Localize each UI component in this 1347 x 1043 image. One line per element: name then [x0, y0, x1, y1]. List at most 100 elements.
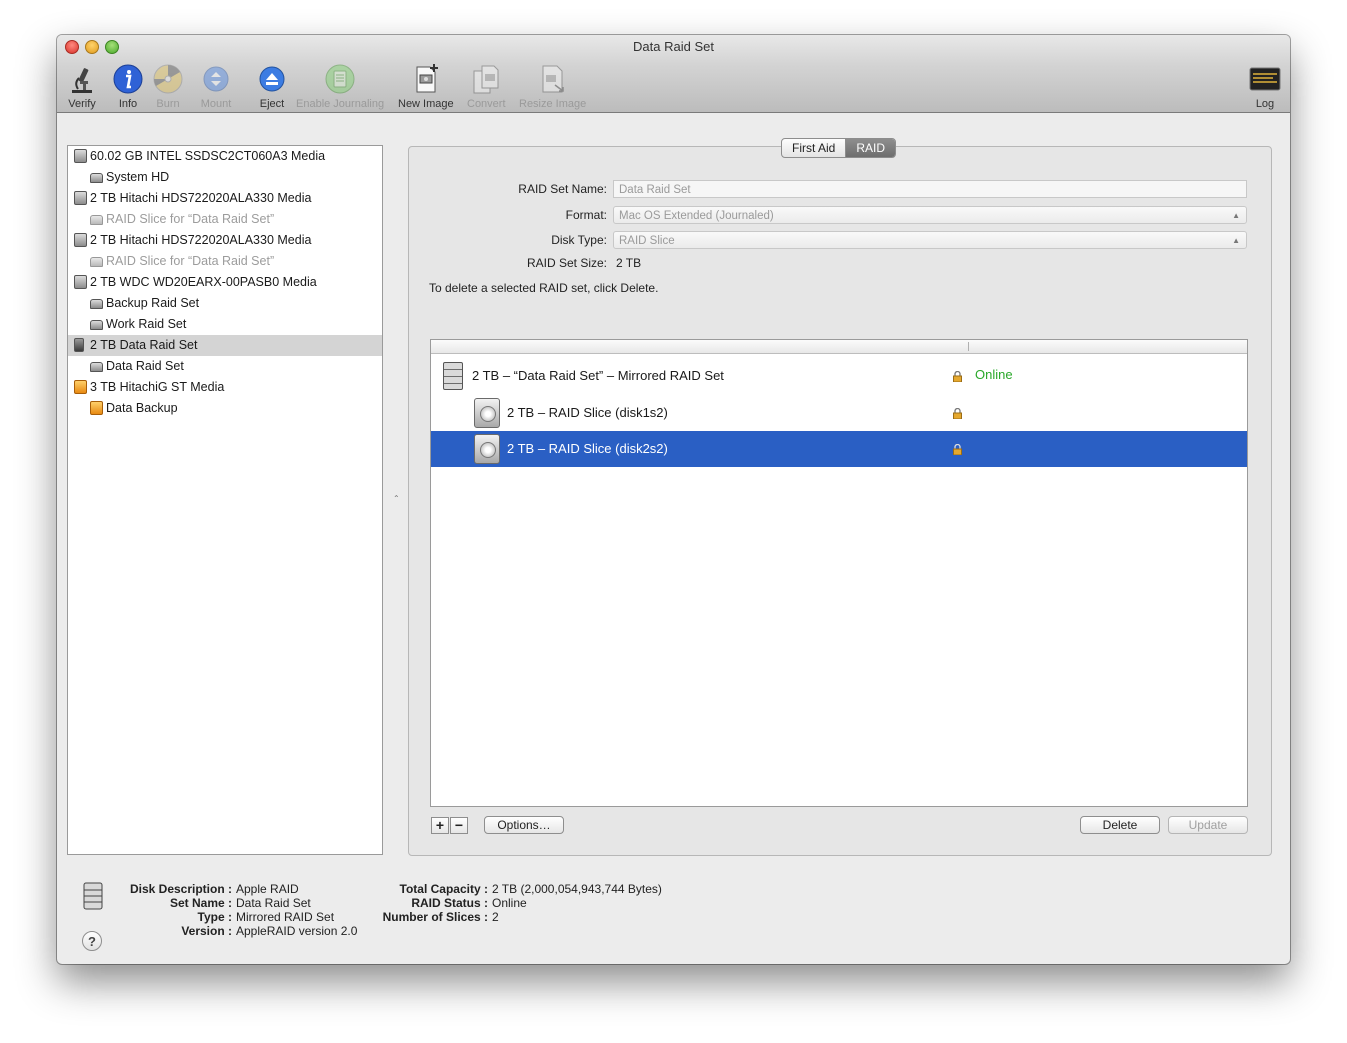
raid-status-value: Online [492, 896, 527, 910]
window-title: Data Raid Set [633, 39, 714, 54]
sidebar-item-intel-ssd[interactable]: 60.02 GB INTEL SSDSC2CT060A3 Media [68, 146, 382, 167]
raid-set-name-field[interactable]: Data Raid Set [613, 180, 1247, 198]
disk-description-key: Disk Description : [129, 882, 232, 896]
raid-set-list[interactable]: 2 TB – “Data Raid Set” – Mirrored RAID S… [430, 339, 1248, 807]
journaling-icon [324, 63, 356, 95]
raid-set-size-value: 2 TB [616, 256, 642, 270]
external-volume-icon [90, 401, 103, 415]
raid-slice-label: 2 TB – RAID Slice (disk2s2) [507, 441, 668, 456]
burn-label: Burn [156, 98, 180, 110]
sidebar-item-hitachig-st[interactable]: 3 TB HitachiG ST Media [68, 377, 382, 398]
volume-icon [90, 362, 103, 372]
sidebar-item-wdc[interactable]: 2 TB WDC WD20EARX-00PASB0 Media [68, 272, 382, 293]
enable-journaling-label: Enable Journaling [296, 98, 385, 110]
number-of-slices-value: 2 [492, 910, 499, 924]
sidebar-item-label: Data Backup [106, 401, 178, 415]
resize-image-label: Resize Image [519, 98, 587, 110]
raid-disk-icon [74, 338, 84, 352]
raid-set-icon [443, 362, 463, 390]
sidebar-item-data-raid-set-disk[interactable]: 2 TB Data Raid Set [68, 335, 382, 356]
total-capacity-value: 2 TB (2,000,054,943,744 Bytes) [492, 882, 662, 896]
volume-icon [90, 173, 103, 183]
new-image-icon [410, 63, 442, 95]
raid-status-key: RAID Status : [411, 896, 488, 910]
volume-icon [90, 215, 103, 225]
eject-button[interactable]: Eject [256, 63, 288, 110]
burn-button[interactable]: Burn [152, 63, 184, 110]
internal-disk-icon [74, 149, 87, 163]
options-button[interactable]: Options… [484, 816, 564, 834]
new-image-label: New Image [398, 98, 454, 110]
mount-button[interactable]: Mount [200, 63, 232, 110]
internal-disk-icon [74, 275, 87, 289]
sidebar-item-hitachi-1[interactable]: 2 TB Hitachi HDS722020ALA330 Media [68, 188, 382, 209]
raid-slice-row[interactable]: 2 TB – RAID Slice (disk1s2) [431, 395, 1247, 431]
disk-type-value: RAID Slice [619, 235, 675, 247]
sidebar-item-label: 3 TB HitachiG ST Media [90, 380, 225, 394]
log-button[interactable]: Log [1249, 63, 1281, 110]
mount-label: Mount [200, 98, 232, 110]
remove-button[interactable]: − [450, 817, 468, 834]
new-image-button[interactable]: New Image [398, 63, 454, 110]
hard-disk-icon [474, 398, 500, 428]
sidebar-item-backup-raid-set[interactable]: Backup Raid Set [68, 293, 382, 314]
sidebar-item-raid-slice-2[interactable]: RAID Slice for “Data Raid Set” [68, 251, 382, 272]
tab-bar: First Aid RAID [781, 138, 897, 158]
raid-set-label: 2 TB – “Data Raid Set” – Mirrored RAID S… [472, 368, 724, 383]
tab-first-aid[interactable]: First Aid [782, 139, 847, 157]
delete-hint-text: To delete a selected RAID set, click Del… [429, 281, 659, 295]
internal-disk-icon [74, 233, 87, 247]
type-key: Type : [197, 910, 232, 924]
popup-arrows-icon: ▲ [1232, 211, 1240, 220]
total-capacity-key: Total Capacity : [399, 882, 488, 896]
disk-list-sidebar[interactable]: 60.02 GB INTEL SSDSC2CT060A3 Media Syste… [67, 145, 383, 855]
volume-icon [90, 299, 103, 309]
format-popup[interactable]: Mac OS Extended (Journaled) ▲ [613, 206, 1247, 224]
convert-icon [470, 63, 502, 95]
sidebar-item-raid-slice-1[interactable]: RAID Slice for “Data Raid Set” [68, 209, 382, 230]
eject-icon [256, 63, 288, 95]
info-label: Info [118, 98, 138, 110]
add-button[interactable]: + [431, 817, 449, 834]
tab-raid[interactable]: RAID [846, 139, 896, 157]
raid-set-row[interactable]: 2 TB – “Data Raid Set” – Mirrored RAID S… [431, 358, 1247, 394]
sidebar-item-label: Backup Raid Set [106, 296, 200, 310]
microscope-icon [66, 63, 98, 95]
sidebar-item-hitachi-2[interactable]: 2 TB Hitachi HDS722020ALA330 Media [68, 230, 382, 251]
sidebar-item-data-backup[interactable]: Data Backup [68, 398, 382, 419]
hard-disk-icon [474, 434, 500, 464]
sidebar-item-work-raid-set[interactable]: Work Raid Set [68, 314, 382, 335]
convert-label: Convert [467, 98, 506, 110]
info-button[interactable]: Info [112, 63, 144, 110]
format-value: Mac OS Extended (Journaled) [619, 210, 774, 222]
verify-label: Verify [68, 98, 96, 110]
sidebar-item-system-hd[interactable]: System HD [68, 167, 382, 188]
external-disk-icon [74, 380, 87, 394]
verify-button[interactable]: Verify [66, 63, 98, 110]
update-button[interactable]: Update [1168, 816, 1248, 834]
enable-journaling-button[interactable]: Enable Journaling [296, 63, 385, 110]
disk-type-popup[interactable]: RAID Slice ▲ [613, 231, 1247, 249]
sidebar-item-label: RAID Slice for “Data Raid Set” [106, 212, 275, 226]
delete-button[interactable]: Delete [1080, 816, 1160, 834]
sidebar-item-label: 2 TB Hitachi HDS722020ALA330 Media [90, 191, 312, 205]
raid-slice-label: 2 TB – RAID Slice (disk1s2) [507, 405, 668, 420]
log-console-icon [1249, 63, 1281, 95]
resize-image-button[interactable]: Resize Image [519, 63, 587, 110]
sidebar-item-data-raid-set-volume[interactable]: Data Raid Set [68, 356, 382, 377]
format-label: Format: [565, 208, 607, 222]
convert-button[interactable]: Convert [467, 63, 506, 110]
splitter-handle[interactable]: ⌃ [393, 494, 400, 503]
volume-icon [90, 257, 103, 267]
help-button[interactable]: ? [82, 931, 102, 951]
raid-slice-row-selected[interactable]: 2 TB – RAID Slice (disk2s2) [431, 431, 1247, 467]
raid-disk-icon [83, 882, 103, 910]
internal-disk-icon [74, 191, 87, 205]
sidebar-item-label: 2 TB Hitachi HDS722020ALA330 Media [90, 233, 312, 247]
type-value: Mirrored RAID Set [236, 910, 335, 924]
lock-icon [952, 407, 963, 420]
column-divider[interactable] [968, 342, 969, 351]
number-of-slices-key: Number of Slices : [382, 910, 488, 924]
lock-icon [952, 370, 963, 383]
list-header [431, 340, 1247, 354]
